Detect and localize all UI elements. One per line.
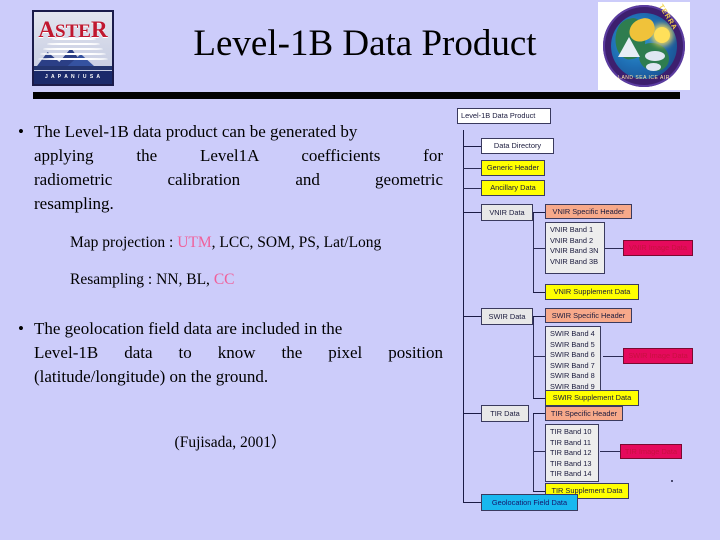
vnir-band-3n: VNIR Band 3N: [550, 246, 599, 256]
tir-band-13: TIR Band 13: [550, 458, 592, 468]
map-projection-label: Map projection :: [70, 233, 178, 251]
aster-logo-wordmark: ASTER: [38, 17, 108, 42]
page-title: Level-1B Data Product: [193, 23, 537, 64]
connector-swir-spine: [533, 316, 534, 398]
map-projection-line: Map projection : UTM, LCC, SOM, PS, Lat/…: [70, 231, 443, 254]
node-swir-supplement-data[interactable]: SWIR Supplement Data: [545, 390, 639, 406]
node-root[interactable]: Level-1B Data Product: [457, 108, 551, 124]
slide-root: ASTER J A P A N / U S A TERRA LAND SEA I…: [0, 0, 720, 540]
bullet-1-line-1: The Level-1B data product can be generat…: [34, 122, 358, 141]
map-projection-rest: , LCC, SOM, PS, Lat/Long: [211, 233, 382, 251]
bullet-2-line-1: The geolocation field data are included …: [34, 319, 343, 338]
connector-vnir-data: [463, 212, 481, 213]
connector-tir-image: [600, 451, 620, 452]
connector-vnir-supplement: [533, 292, 545, 293]
vnir-band-2: VNIR Band 2: [550, 235, 594, 245]
swir-band-5: SWIR Band 5: [550, 339, 595, 349]
title-divider: [33, 92, 680, 99]
node-vnir-specific-header[interactable]: VNIR Specific Header: [545, 204, 632, 219]
data-product-structure-diagram: Level-1B Data Product Data Directory Gen…: [455, 108, 717, 511]
bullet-1-line-2: applying the Level1A coefficients for: [34, 146, 443, 166]
swir-band-7: SWIR Band 7: [550, 360, 595, 370]
connector-swir-data: [463, 316, 481, 317]
node-vnir-band-list[interactable]: VNIR Band 1 VNIR Band 2 VNIR Band 3N VNI…: [545, 222, 605, 274]
bullet-2-line-3: (latitude/longitude) on the ground.: [34, 367, 269, 387]
bullet-item-1: • The Level-1B data product can be gener…: [18, 120, 443, 217]
connector-vnir-spine: [533, 212, 534, 292]
connector-geolocation: [463, 502, 481, 503]
bullet-1-line-4: resampling.: [34, 194, 114, 214]
bullet-glyph-2: •: [18, 319, 24, 338]
bullet-item-2: • The geolocation field data are include…: [18, 317, 443, 389]
node-vnir-supplement-data[interactable]: VNIR Supplement Data: [545, 284, 639, 300]
node-geolocation-field-data[interactable]: Geolocation Field Data: [481, 494, 578, 511]
connector-data-directory: [463, 146, 481, 147]
map-projection-highlight: UTM: [177, 233, 212, 251]
bullet-glyph: •: [18, 122, 24, 141]
aster-logo: ASTER J A P A N / U S A: [32, 10, 114, 86]
resampling-highlight: CC: [213, 270, 235, 288]
source-credit: (Fujisada, 2001）: [174, 434, 287, 451]
swir-band-8: SWIR Band 8: [550, 371, 595, 381]
connector-ancillary-data: [463, 188, 481, 189]
tir-band-14: TIR Band 14: [550, 469, 592, 479]
body-text-column: • The Level-1B data product can be gener…: [18, 120, 443, 451]
connector-swir-supplement: [533, 398, 545, 399]
connector-generic-header: [463, 168, 481, 169]
tir-band-12: TIR Band 12: [550, 448, 592, 458]
node-tir-image-data[interactable]: TIR Image Data: [620, 444, 682, 459]
aster-logo-caption: J A P A N / U S A: [34, 71, 112, 84]
connector-tir-bands: [533, 451, 545, 452]
connector-tir-supplement: [533, 491, 545, 492]
connector-tir-data: [463, 413, 481, 414]
connector-swir-header: [533, 316, 545, 317]
resampling-label: Resampling : NN, BL,: [70, 270, 214, 288]
connector-swir-bands: [533, 356, 545, 357]
resampling-line: Resampling : NN, BL, CC: [70, 268, 443, 291]
node-swir-specific-header[interactable]: SWIR Specific Header: [545, 308, 632, 323]
node-swir-data[interactable]: SWIR Data: [481, 308, 533, 325]
connector-tir-spine: [533, 413, 534, 491]
node-tir-data[interactable]: TIR Data: [481, 405, 529, 422]
connector-tir-header: [533, 413, 545, 414]
terra-logo-caption: LAND SEA ICE AIR: [618, 75, 670, 81]
node-tir-band-list[interactable]: TIR Band 10 TIR Band 11 TIR Band 12 TIR …: [545, 424, 599, 482]
node-swir-band-list[interactable]: SWIR Band 4 SWIR Band 5 SWIR Band 6 SWIR…: [545, 326, 601, 392]
node-vnir-data[interactable]: VNIR Data: [481, 204, 533, 221]
node-tir-specific-header[interactable]: TIR Specific Header: [545, 406, 623, 421]
node-vnir-image-data[interactable]: VNIR Image Data: [623, 240, 693, 256]
connector-swir-image: [603, 356, 623, 357]
terra-logo: TERRA LAND SEA ICE AIR: [598, 2, 690, 90]
diagram-dot-marker: [671, 480, 673, 482]
connector-vnir-header: [533, 212, 545, 213]
vnir-band-1: VNIR Band 1: [550, 225, 594, 234]
bullet-2-line-2: Level-1B data to know the pixel position: [34, 343, 443, 363]
connector-vnir-bands: [533, 248, 545, 249]
vnir-band-3b: VNIR Band 3B: [550, 256, 599, 266]
swir-band-6: SWIR Band 6: [550, 350, 595, 360]
tir-band-11: TIR Band 11: [550, 437, 591, 447]
tir-band-10: TIR Band 10: [550, 427, 592, 436]
node-swir-image-data[interactable]: SWIR Image Data: [623, 348, 693, 364]
node-data-directory[interactable]: Data Directory: [481, 138, 554, 154]
swir-band-4: SWIR Band 4: [550, 329, 595, 338]
connector-vnir-image: [603, 248, 623, 249]
bullet-1-line-3: radiometric calibration and geometric: [34, 170, 443, 190]
node-generic-header[interactable]: Generic Header: [481, 160, 545, 176]
node-ancillary-data[interactable]: Ancillary Data: [481, 180, 545, 196]
